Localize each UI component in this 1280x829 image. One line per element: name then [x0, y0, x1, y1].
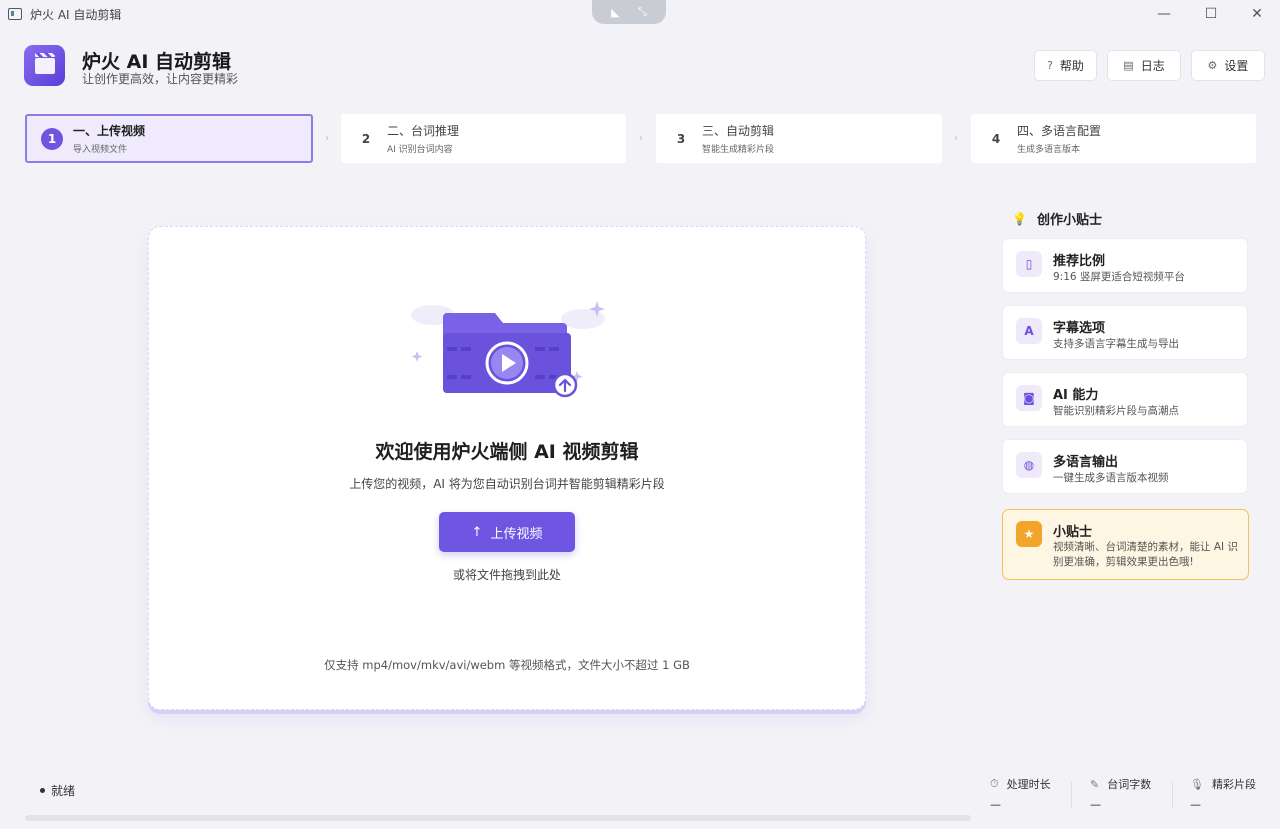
minimize-icon: —	[1157, 6, 1171, 22]
step-multilang[interactable]: 4 四、多语言配置 生成多语言版本	[971, 114, 1256, 163]
status-indicator: 就绪	[40, 782, 75, 799]
upload-button-label: 上传视频	[490, 526, 543, 542]
stat-duration: ⏱ 处理时长 —	[990, 776, 1051, 811]
tip-heading: 小贴士	[1053, 525, 1093, 540]
chevron-right-icon: ›	[954, 133, 958, 144]
step-desc: 智能生成精彩片段	[702, 145, 775, 155]
ratio-icon: ▯	[1016, 251, 1042, 277]
subtitle-icon: A	[1016, 318, 1042, 344]
app-subtitle: 让创作更高效，让内容更精彩	[82, 72, 239, 86]
stat-divider	[1071, 782, 1072, 808]
close-icon: ✕	[1251, 6, 1263, 22]
folder-video-illustration	[411, 301, 605, 398]
help-button[interactable]: ? 帮助	[1034, 50, 1097, 81]
pin-icon[interactable]: ◣	[611, 6, 619, 19]
stat-value: —	[990, 798, 1001, 811]
app-logo	[24, 45, 65, 86]
maximize-icon: ☐	[1204, 6, 1218, 22]
stat-value: —	[1090, 798, 1101, 811]
tip-description: 视频清晰、台词清楚的素材，能让 AI 识别更准确，剪辑效果更出色哦!	[1053, 541, 1238, 568]
step-title: 一、上传视频	[73, 124, 146, 138]
step-number: 2	[361, 131, 371, 146]
tip-heading: AI 能力	[1053, 388, 1099, 403]
step-desc: AI 识别台词内容	[387, 145, 453, 155]
lightbulb-icon: 💡	[1012, 211, 1027, 226]
step-title: 四、多语言配置	[1017, 124, 1102, 138]
settings-button[interactable]: ⚙ 设置	[1191, 50, 1265, 81]
chevron-right-icon: ›	[325, 133, 329, 144]
chevron-right-icon: ›	[639, 133, 643, 144]
log-label: 日志	[1140, 59, 1165, 73]
upload-video-button[interactable]: ↑ 上传视频	[439, 512, 575, 552]
tip-heading: 字幕选项	[1053, 321, 1106, 336]
document-edit-icon: ✎	[1090, 777, 1100, 791]
settings-label: 设置	[1224, 59, 1249, 73]
tip-heading: 推荐比例	[1053, 254, 1106, 269]
upload-arrow-icon: ↑	[471, 524, 483, 540]
status-dot-icon	[40, 788, 45, 793]
tip-card-multilang: ◍ 多语言输出 一键生成多语言版本视频	[1002, 439, 1248, 494]
progress-bar	[25, 815, 971, 821]
stat-word-count: ✎ 台词字数 —	[1090, 776, 1152, 812]
close-button[interactable]: ✕	[1234, 0, 1280, 28]
window-title: 炉火 AI 自动剪辑	[30, 7, 122, 22]
stat-highlights: 🎙 精彩片段 —	[1190, 776, 1256, 812]
gear-icon: ⚙	[1207, 59, 1218, 72]
tips-title: 💡 创作小贴士	[1012, 209, 1102, 229]
step-desc: 生成多语言版本	[1017, 145, 1081, 155]
tip-card-subtitle: A 字幕选项 支持多语言字幕生成与导出	[1002, 305, 1248, 360]
help-label: 帮助	[1059, 59, 1084, 73]
tips-title-label: 创作小贴士	[1036, 213, 1102, 228]
step-number: 1	[41, 127, 63, 150]
clipboard-icon: ▤	[1123, 59, 1134, 72]
tip-card-ratio: ▯ 推荐比例 9:16 竖屏更适合短视频平台	[1002, 238, 1248, 293]
stat-label: 处理时长	[1006, 778, 1051, 791]
stopwatch-icon: ⏱	[990, 777, 999, 790]
app-window-icon	[8, 8, 22, 20]
minimize-button[interactable]: —	[1141, 0, 1187, 28]
clapperboard-icon	[34, 52, 55, 74]
step-number: 4	[991, 131, 1001, 146]
stat-label: 精彩片段	[1211, 778, 1256, 791]
stat-value: —	[1190, 798, 1201, 811]
step-number: 3	[676, 131, 686, 146]
collapse-icon[interactable]: ⤡	[638, 5, 647, 19]
upload-dropzone[interactable]: 欢迎使用炉火端侧 AI 视频剪辑 上传您的视频，AI 将为您自动识别台词并智能剪…	[148, 226, 866, 710]
step-title: 三、自动剪辑	[702, 124, 775, 138]
star-icon: ★	[1016, 521, 1042, 547]
format-note: 仅支持 mp4/mov/mkv/avi/webm 等视频格式，文件大小不超过 1…	[324, 658, 690, 672]
tip-description: 一键生成多语言版本视频	[1053, 472, 1169, 484]
status-text: 就绪	[51, 784, 76, 798]
ai-robot-icon: ◙	[1016, 385, 1042, 411]
step-transcript[interactable]: 2 二、台词推理 AI 识别台词内容	[341, 114, 626, 163]
globe-icon: ◍	[1016, 452, 1042, 478]
welcome-heading: 欢迎使用炉火端侧 AI 视频剪辑	[375, 441, 639, 463]
floating-toolbar[interactable]: ◣ ⤡	[592, 0, 666, 24]
tip-heading: 多语言输出	[1053, 455, 1119, 470]
tip-card-highlight: ★ 小贴士 视频清晰、台词清楚的素材，能让 AI 识别更准确，剪辑效果更出色哦!	[1002, 509, 1249, 580]
step-desc: 导入视频文件	[73, 145, 128, 155]
log-button[interactable]: ▤ 日志	[1107, 50, 1181, 81]
maximize-button[interactable]: ☐	[1188, 0, 1234, 28]
drag-drop-hint: 或将文件拖拽到此处	[452, 568, 561, 582]
step-upload[interactable]: 1 一、上传视频 导入视频文件	[25, 114, 313, 163]
step-auto-edit[interactable]: 3 三、自动剪辑 智能生成精彩片段	[656, 114, 942, 163]
step-title: 二、台词推理	[387, 124, 460, 138]
tip-description: 9:16 竖屏更适合短视频平台	[1053, 271, 1185, 283]
stat-label: 台词字数	[1107, 778, 1152, 791]
welcome-description: 上传您的视频，AI 将为您自动识别台词并智能剪辑精彩片段	[349, 477, 665, 491]
tip-card-ai: ◙ AI 能力 智能识别精彩片段与高潮点	[1002, 372, 1248, 427]
tip-description: 支持多语言字幕生成与导出	[1053, 338, 1179, 350]
question-icon: ?	[1047, 59, 1053, 72]
microphone-icon: 🎙	[1190, 777, 1204, 791]
stat-divider	[1172, 782, 1173, 808]
tip-description: 智能识别精彩片段与高潮点	[1053, 405, 1179, 417]
